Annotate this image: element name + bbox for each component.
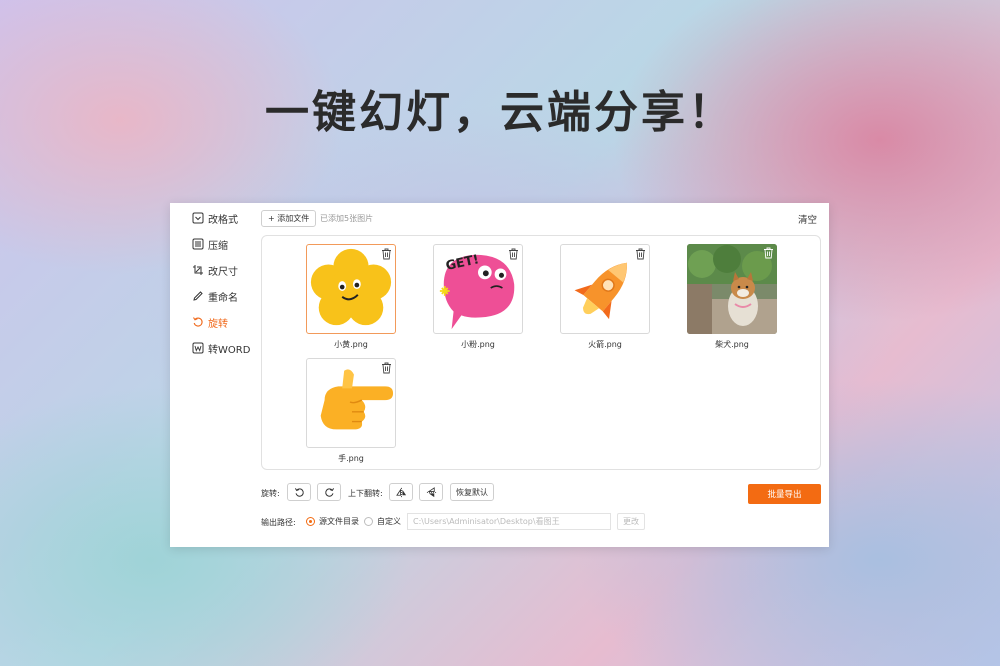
thumb-frame[interactable]	[687, 244, 777, 334]
sidebar-item-rename[interactable]: 重命名	[192, 287, 238, 305]
change-path-button[interactable]: 更改	[617, 513, 645, 530]
file-thumb[interactable]: GET! 小粉.png	[433, 244, 523, 350]
custom-dir-radio[interactable]: 自定义	[364, 516, 401, 527]
image-grid: 小黄.png GET! 小粉.png 火箭.png 柴犬.png 手.png	[261, 235, 821, 470]
app-window: 改格式 压缩 改尺寸 重命名 旋转 转WORD + 添加文件 已添加5张图片 清…	[170, 203, 829, 547]
flip-vertical-icon	[395, 487, 406, 497]
sidebar-item-resize[interactable]: 改尺寸	[192, 261, 238, 279]
radio-dot	[364, 517, 373, 526]
clear-button[interactable]: 清空	[798, 212, 817, 226]
rotate-cw-icon	[324, 487, 334, 497]
trash-icon[interactable]	[508, 248, 519, 260]
sidebar-item-label: 重命名	[208, 292, 238, 304]
sidebar-item-format[interactable]: 改格式	[192, 209, 238, 227]
thumb-frame[interactable]	[560, 244, 650, 334]
trash-icon[interactable]	[381, 362, 392, 374]
add-file-button[interactable]: + 添加文件	[261, 210, 317, 227]
word-icon	[192, 342, 204, 354]
sidebar-item-word[interactable]: 转WORD	[192, 339, 250, 357]
flip-label: 上下翻转:	[348, 489, 383, 498]
format-icon	[192, 212, 204, 224]
sidebar-item-rotate[interactable]: 旋转	[192, 313, 228, 331]
file-thumb[interactable]: 手.png	[306, 358, 396, 464]
flip-horizontal-button[interactable]	[419, 483, 443, 501]
resize-icon	[193, 265, 203, 275]
sidebar-item-label: 改格式	[208, 214, 238, 226]
sidebar-item-label: 旋转	[208, 318, 228, 330]
output-path-input[interactable]: C:\Users\Adminisator\Desktop\看图王	[407, 513, 611, 530]
sidebar: 改格式 压缩 改尺寸 重命名 旋转 转WORD	[170, 203, 258, 547]
trash-icon[interactable]	[763, 247, 774, 259]
file-name: 火箭.png	[588, 340, 622, 349]
file-thumb[interactable]: 火箭.png	[560, 244, 650, 350]
rotate-icon	[193, 317, 203, 327]
sidebar-item-label: 改尺寸	[208, 266, 238, 278]
output-path-label: 输出路径:	[261, 518, 296, 527]
file-name: 小粉.png	[461, 340, 495, 349]
trash-icon[interactable]	[635, 248, 646, 260]
flip-vertical-button[interactable]	[389, 483, 413, 501]
flip-horizontal-icon	[426, 486, 436, 497]
sidebar-item-compress[interactable]: 压缩	[192, 235, 228, 253]
sidebar-item-label: 转WORD	[208, 344, 251, 356]
file-name: 柴犬.png	[715, 340, 749, 349]
compress-icon	[192, 238, 204, 250]
batch-export-button[interactable]: 批量导出	[748, 484, 821, 504]
rotate-ccw-icon	[294, 487, 304, 497]
file-name: 手.png	[338, 454, 364, 463]
thumb-frame[interactable]: GET!	[433, 244, 523, 334]
file-thumb[interactable]: 柴犬.png	[687, 244, 777, 350]
thumb-frame[interactable]	[306, 244, 396, 334]
page-headline: 一键幻灯，云端分享！	[265, 87, 735, 138]
radio-label: 源文件目录	[319, 517, 359, 526]
thumb-frame[interactable]	[306, 358, 396, 448]
source-dir-radio[interactable]: 源文件目录	[306, 516, 359, 527]
file-name: 小黄.png	[334, 340, 368, 349]
file-thumb[interactable]: 小黄.png	[306, 244, 396, 350]
radio-label: 自定义	[377, 517, 401, 526]
reset-default-button[interactable]: 恢复默认	[450, 483, 494, 501]
sidebar-item-label: 压缩	[208, 240, 228, 252]
radio-dot	[306, 517, 315, 526]
rotate-label: 旋转:	[261, 489, 280, 498]
rename-pen-icon	[193, 291, 203, 301]
rotate-right-button[interactable]	[317, 483, 341, 501]
file-count-text: 已添加5张图片	[320, 214, 374, 223]
rotate-left-button[interactable]	[287, 483, 311, 501]
trash-icon[interactable]	[381, 248, 392, 260]
